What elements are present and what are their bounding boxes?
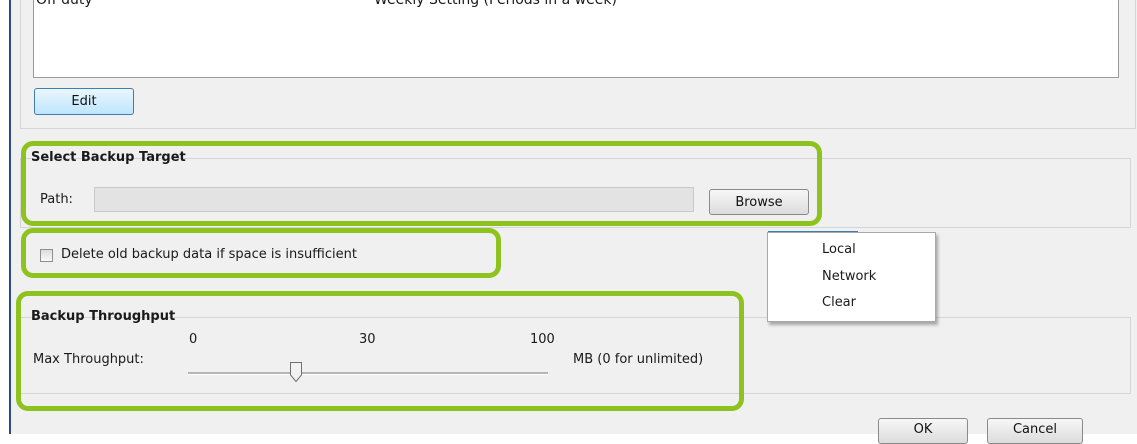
browse-dropdown-menu[interactable]: Local Network Clear xyxy=(767,232,936,322)
schedule-setting: Weekly Setting (Periods in a week) xyxy=(374,0,617,8)
schedule-list[interactable]: Off duty Weekly Setting (Periods in a we… xyxy=(33,0,1119,78)
menu-item-network[interactable]: Network xyxy=(822,269,876,284)
window-left-border xyxy=(9,0,11,434)
highlight-delete-old xyxy=(21,228,501,278)
menu-item-local[interactable]: Local xyxy=(822,242,856,257)
cancel-button[interactable]: Cancel xyxy=(987,418,1083,444)
ok-button[interactable]: OK xyxy=(878,418,968,444)
schedule-row[interactable]: Off duty Weekly Setting (Periods in a we… xyxy=(34,0,1118,16)
cancel-label: Cancel xyxy=(1012,421,1058,437)
schedule-name: Off duty xyxy=(36,0,93,8)
ok-label: OK xyxy=(913,421,933,437)
menu-item-clear[interactable]: Clear xyxy=(822,295,856,310)
highlight-backup-target xyxy=(21,141,822,226)
highlight-throughput xyxy=(16,291,744,411)
edit-button[interactable]: Edit xyxy=(34,88,134,115)
